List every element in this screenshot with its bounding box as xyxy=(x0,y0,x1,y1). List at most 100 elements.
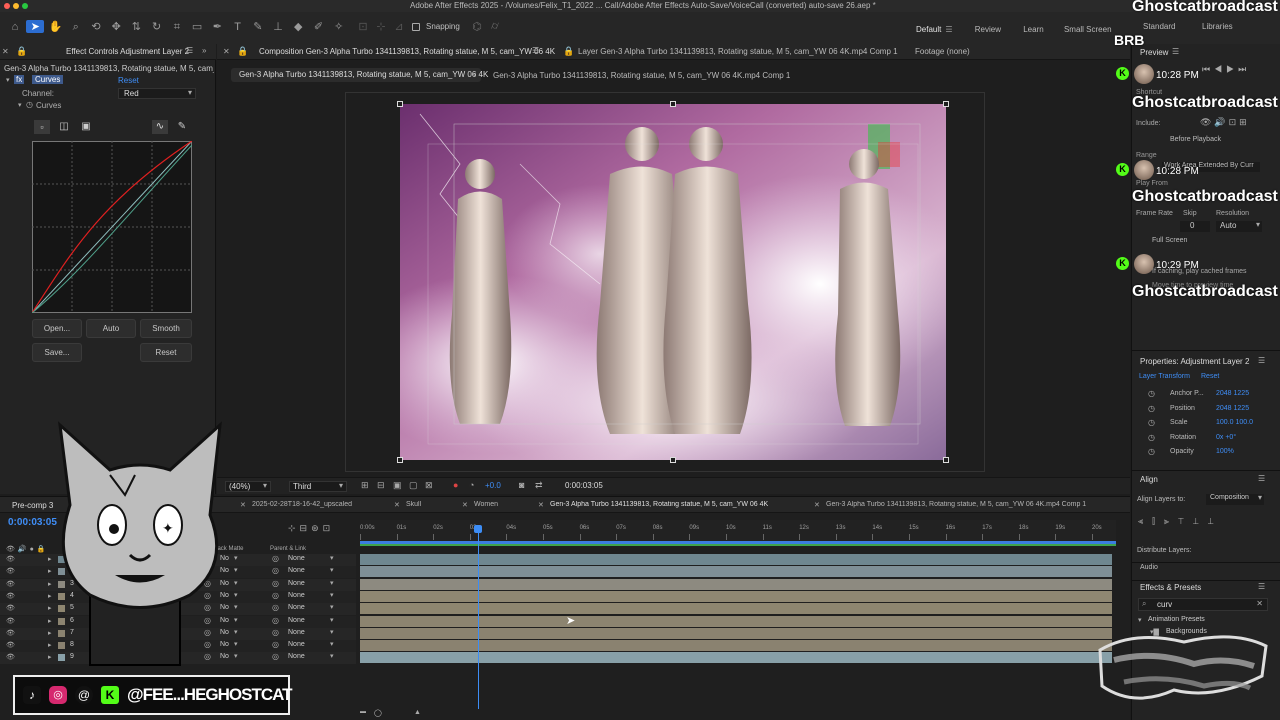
stopwatch-icon[interactable]: ◷ xyxy=(1148,389,1155,398)
pick-whip-icon[interactable]: ◎ xyxy=(272,566,279,575)
parent-value[interactable]: None xyxy=(288,641,305,648)
pick-whip-icon[interactable]: ◎ xyxy=(272,554,279,563)
eye-icon[interactable]: 👁 xyxy=(6,617,15,625)
grid-guides-icon[interactable]: ⊠ xyxy=(425,480,433,491)
eye-icon[interactable]: 👁 xyxy=(6,604,15,612)
tree-twirl-icon[interactable]: ▾ xyxy=(1138,616,1142,624)
pick-whip-icon[interactable]: ◎ xyxy=(272,628,279,637)
region-of-interest-icon[interactable]: ▢ xyxy=(409,480,418,491)
eye-icon[interactable]: 👁 xyxy=(6,567,15,575)
transform-reset-link[interactable]: Reset xyxy=(1201,373,1219,380)
pick-whip-icon[interactable]: ◎ xyxy=(272,640,279,649)
pick-whip-icon[interactable]: ◎ xyxy=(272,616,279,625)
clear-search-icon[interactable]: ✕ xyxy=(1256,599,1263,608)
property-value[interactable]: 100.0 100.0 xyxy=(1216,419,1253,426)
transform-handle[interactable] xyxy=(670,101,676,107)
mask-visibility-icon[interactable]: ▣ xyxy=(393,480,402,491)
axis-icon[interactable]: ⊹ xyxy=(372,20,390,33)
orbit-tool-icon[interactable]: ⟲ xyxy=(87,20,105,33)
zoom-select[interactable]: (40%) ▾ xyxy=(225,481,271,492)
reset-exposure-icon[interactable]: ◔ xyxy=(469,480,474,490)
rectangle-tool-icon[interactable]: ▭ xyxy=(188,20,206,33)
effect-twirl-icon[interactable]: ▾ xyxy=(6,76,10,84)
layer-duration-bar[interactable] xyxy=(360,566,1112,578)
layer-transform-label[interactable]: Layer Transform xyxy=(1139,373,1190,380)
comp-close-icon[interactable]: ✕ xyxy=(223,47,230,56)
composition-canvas[interactable] xyxy=(400,104,946,460)
puppet-tool-icon[interactable]: ✧ xyxy=(330,20,348,33)
align-target-select[interactable]: Composition ▾ xyxy=(1206,493,1264,505)
effect-controls-tab[interactable]: Effect Controls Adjustment Layer 2 xyxy=(66,47,189,56)
snapping-checkbox[interactable] xyxy=(412,23,420,31)
timeline-tab[interactable]: Gen-3 Alpha Turbo 1341139813, Rotating s… xyxy=(550,501,768,508)
parent-value[interactable]: None xyxy=(288,567,305,574)
align-icon[interactable]: ⊡ xyxy=(354,20,372,33)
timeline-tab[interactable]: Skull xyxy=(406,501,421,508)
animation-presets-item[interactable]: Animation Presets xyxy=(1148,616,1205,623)
pick-whip-icon[interactable]: ◎ xyxy=(272,603,279,612)
timeline-zoom-slider[interactable]: ▬ ◯ ▲ xyxy=(360,709,460,717)
fx-icon[interactable]: fx xyxy=(14,75,25,84)
curves-graph[interactable] xyxy=(32,141,192,313)
layer-duration-bar[interactable] xyxy=(360,640,1112,652)
layer-tab[interactable]: Layer Gen-3 Alpha Turbo 1341139813, Rota… xyxy=(578,47,898,56)
pan-tool-icon[interactable]: ✥ xyxy=(107,20,125,33)
close-window-button[interactable] xyxy=(4,3,10,9)
properties-menu-icon[interactable]: ☰ xyxy=(1258,356,1265,365)
minimize-window-button[interactable] xyxy=(13,3,19,9)
viewer-timecode[interactable]: 0:00:03:05 xyxy=(565,481,603,490)
snap-feather-icon[interactable]: ⌭ xyxy=(486,20,504,33)
zoom-in-icon[interactable]: ▲ xyxy=(414,709,421,716)
zoom-window-button[interactable] xyxy=(22,3,28,9)
zoom-handle-icon[interactable]: ◯ xyxy=(374,709,382,717)
footage-tab[interactable]: Footage (none) xyxy=(915,47,970,56)
stopwatch-icon[interactable]: ◷ xyxy=(1148,418,1155,427)
workspace-review[interactable]: Review xyxy=(969,22,1007,38)
eye-icon[interactable]: 👁 xyxy=(6,592,15,600)
timeline-tab[interactable]: 2025-02-28T18-16-42_upscaled xyxy=(252,501,352,508)
property-value[interactable]: 2048 1225 xyxy=(1216,390,1249,397)
pick-whip-icon[interactable]: ◎ xyxy=(272,579,279,588)
layer-duration-bar[interactable] xyxy=(360,554,1112,565)
layer-duration-bar[interactable] xyxy=(360,652,1112,664)
curves-reset-button[interactable]: Reset xyxy=(140,343,192,362)
curves-twirl-icon[interactable]: ▾ xyxy=(18,101,22,109)
transform-handle[interactable] xyxy=(670,457,676,463)
type-tool-icon[interactable]: T xyxy=(229,21,247,33)
timeline-toolbar-icon[interactable]: ⊹⊟⊛⊡ xyxy=(288,523,334,534)
parent-value[interactable]: None xyxy=(288,617,305,624)
curve-size-large-icon[interactable]: ▣ xyxy=(78,120,94,134)
bezier-curve-tool-icon[interactable]: ∿ xyxy=(152,120,168,134)
layer-duration-bar[interactable] xyxy=(360,627,1112,639)
rotate-tool-icon[interactable]: ↻ xyxy=(148,20,166,33)
resolution-select[interactable]: Third ▾ xyxy=(289,481,347,492)
hand-tool-icon[interactable]: ✋ xyxy=(46,20,64,33)
curves-open-button[interactable]: Open... xyxy=(32,319,82,338)
zoom-out-icon[interactable]: ▬ xyxy=(360,709,366,715)
tab-close-icon[interactable]: ✕ xyxy=(462,501,468,509)
pick-whip-icon[interactable]: ◎ xyxy=(272,591,279,600)
transform-handle[interactable] xyxy=(397,457,403,463)
comp-breadcrumb-1[interactable]: Gen-3 Alpha Turbo 1341139813, Rotating s… xyxy=(231,68,488,82)
workspace-default[interactable]: Default xyxy=(912,22,945,38)
tab-close-icon[interactable]: ✕ xyxy=(538,501,544,509)
color-channels-icon[interactable]: ● xyxy=(453,480,458,490)
workspace-menu-icon[interactable]: ☰ xyxy=(945,25,952,34)
dolly-tool-icon[interactable]: ⇅ xyxy=(127,20,145,33)
stopwatch-icon[interactable]: ◷ xyxy=(1148,433,1155,442)
panel-menu-icon[interactable]: ☰ xyxy=(186,46,193,55)
eye-icon[interactable]: 👁 xyxy=(6,653,15,661)
selection-tool-icon[interactable]: ➤ xyxy=(26,20,45,33)
effects-search-input[interactable]: ⌕ curv ✕ xyxy=(1138,598,1268,611)
layer-duration-bar[interactable] xyxy=(360,615,1112,627)
parent-value[interactable]: None xyxy=(288,653,305,660)
effects-menu-icon[interactable]: ☰ xyxy=(1258,582,1265,591)
eye-icon[interactable]: 👁 xyxy=(6,580,15,588)
fast-preview-icon[interactable]: ⊞ xyxy=(361,480,369,491)
channel-select[interactable]: Red ▾ xyxy=(118,88,196,99)
parent-value[interactable]: None xyxy=(288,629,305,636)
parent-value[interactable]: None xyxy=(288,592,305,599)
zoom-tool-icon[interactable]: ⌕ xyxy=(67,21,85,34)
tab-close-icon[interactable]: ✕ xyxy=(394,501,400,509)
world-axis-icon[interactable]: ⊿ xyxy=(390,20,408,33)
